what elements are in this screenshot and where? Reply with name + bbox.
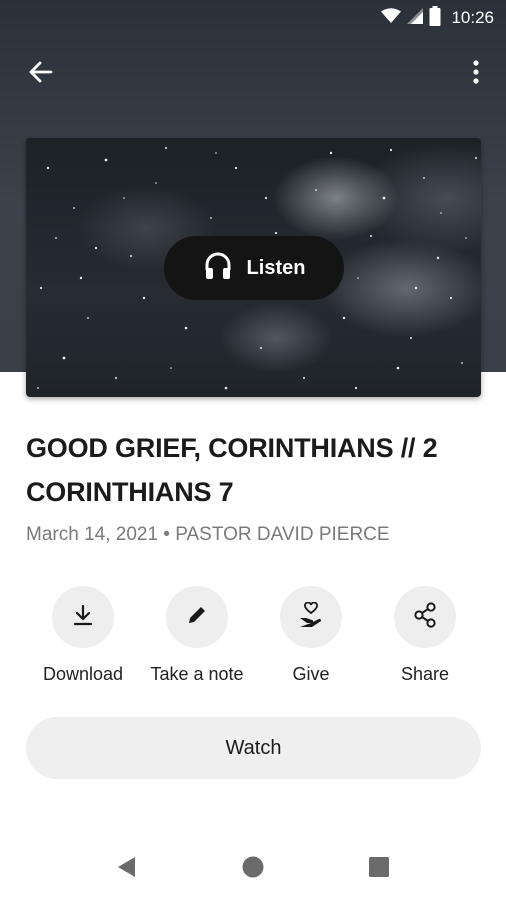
status-icons: 10:26 — [381, 5, 494, 31]
share-label: Share — [400, 664, 450, 684]
nav-back-button[interactable] — [112, 854, 142, 884]
sermon-title: GOOD GRIEF, CORINTHIANS // 2 CORINTHIANS… — [26, 433, 438, 507]
download-button[interactable]: Download — [23, 586, 143, 685]
status-bar: 10:26 — [0, 0, 506, 36]
watch-button[interactable]: Watch — [26, 717, 481, 779]
status-time: 10:26 — [451, 8, 494, 27]
sermon-artwork: Listen — [26, 138, 481, 397]
give-circle — [280, 586, 342, 648]
battery-icon — [429, 5, 441, 31]
listen-button[interactable]: Listen — [164, 236, 344, 300]
watch-label: Watch — [225, 736, 282, 759]
take-note-label: Take a note — [150, 664, 244, 684]
download-label: Download — [42, 664, 124, 684]
back-triangle-icon — [116, 856, 138, 883]
more-options-button[interactable] — [464, 58, 488, 90]
share-button[interactable]: Share — [365, 586, 485, 685]
recents-square-icon — [368, 856, 390, 883]
actions-row: Download Take a note Give Share — [0, 586, 506, 696]
wifi-icon — [381, 7, 402, 29]
take-note-circle — [166, 586, 228, 648]
home-circle-icon — [242, 856, 264, 883]
give-button[interactable]: Give — [251, 586, 371, 685]
share-circle — [394, 586, 456, 648]
take-note-button[interactable]: Take a note — [137, 586, 257, 685]
share-icon — [412, 601, 438, 633]
download-circle — [52, 586, 114, 648]
download-icon — [71, 603, 95, 632]
give-label: Give — [292, 664, 330, 684]
pencil-icon — [186, 604, 208, 631]
sermon-meta: March 14, 2021 • PASTOR DAVID PIERCE — [26, 524, 390, 545]
nav-recents-button[interactable] — [364, 854, 394, 884]
headphones-icon — [203, 251, 233, 286]
system-nav-bar — [0, 836, 506, 900]
give-heart-hand-icon — [297, 601, 325, 633]
signal-icon — [407, 7, 424, 29]
nav-home-button[interactable] — [238, 854, 268, 884]
more-vertical-icon — [473, 59, 479, 89]
listen-label: Listen — [246, 256, 306, 279]
arrow-left-icon — [27, 60, 53, 89]
back-button[interactable] — [22, 58, 58, 90]
